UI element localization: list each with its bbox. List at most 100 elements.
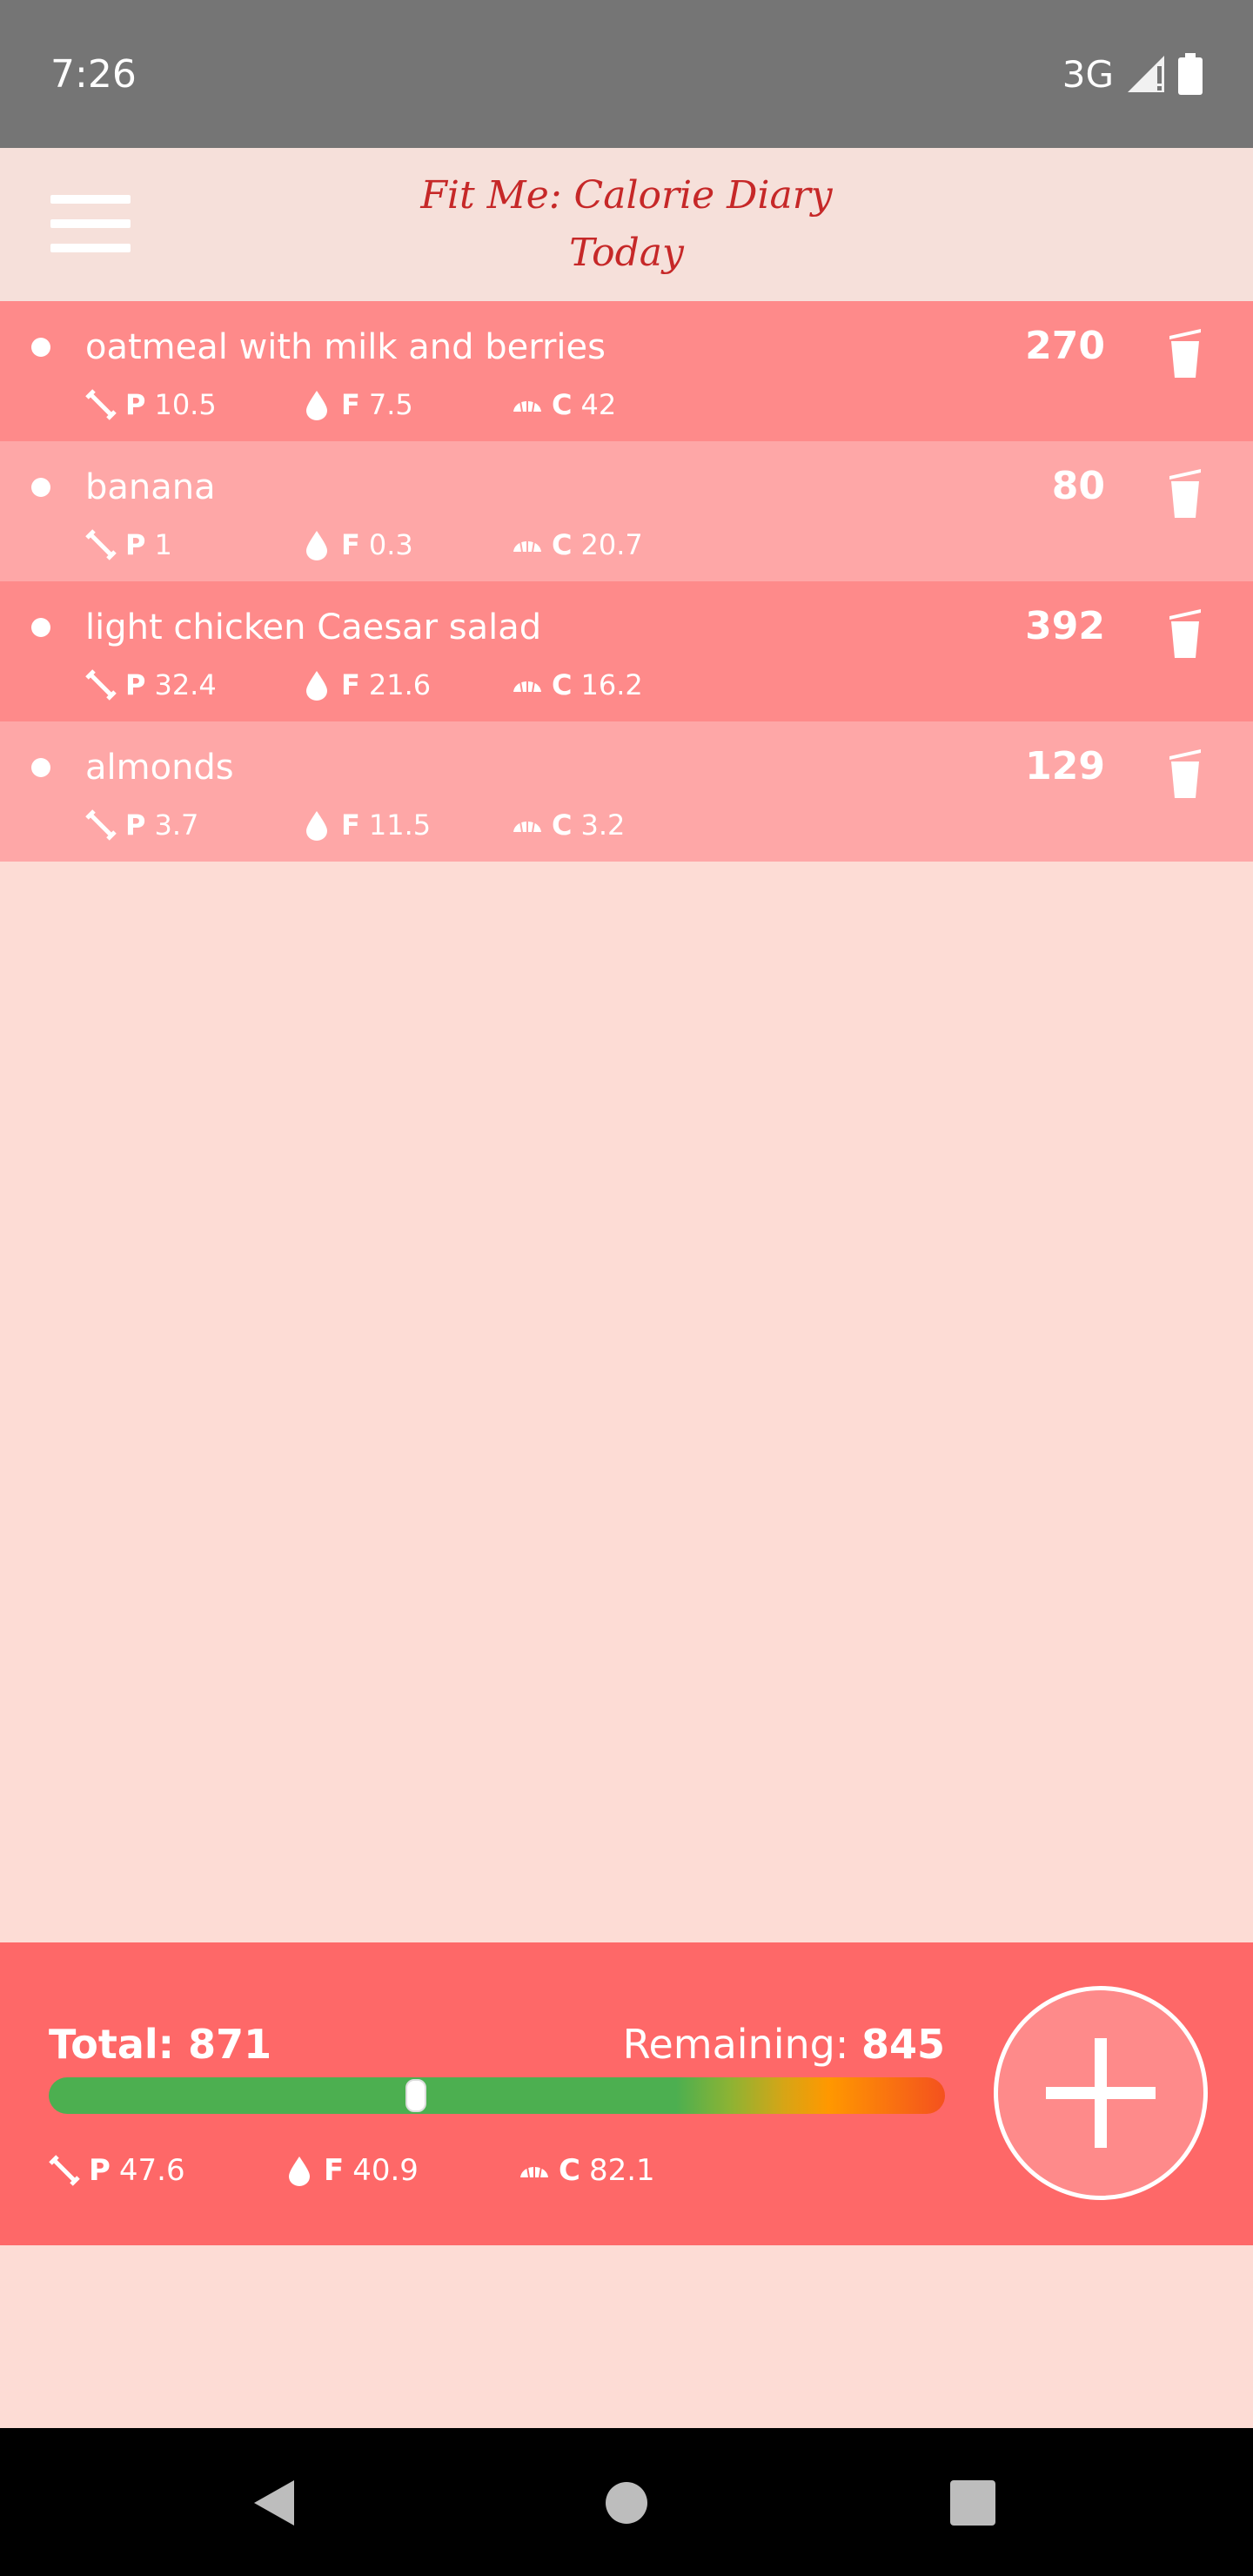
app-title: Fit Me: Calorie Diary Today	[0, 167, 1253, 282]
bread-icon	[513, 680, 541, 693]
total-macros: P 47.6 F 40.9 C 82.1	[49, 2153, 655, 2188]
food-name: almonds	[85, 748, 234, 788]
food-calories: 80	[1051, 464, 1105, 508]
status-bar: 7:26 3G	[0, 0, 1253, 148]
protein-value: 10.5	[154, 388, 217, 421]
fat-value: 40.9	[352, 2153, 419, 2188]
bullet-icon	[31, 478, 50, 497]
protein-macro: P 32.4	[85, 668, 301, 701]
total-value: 871	[188, 2021, 272, 2068]
fat-value: 21.6	[368, 668, 432, 701]
carbs-macro: C 16.2	[512, 668, 643, 701]
total-calories: Total: 871	[49, 2021, 271, 2068]
food-calories: 270	[1025, 324, 1105, 368]
food-entry-row[interactable]: banana 80 P 1 F 0.3 C 20.7	[0, 441, 1253, 581]
trash-icon[interactable]	[1168, 324, 1203, 379]
food-entry-list: oatmeal with milk and berries 270 P 10.5…	[0, 301, 1253, 862]
daily-summary-panel: Total: 871 Remaining: 845 P 47.6 F 40.9 …	[0, 1942, 1253, 2245]
signal-icon	[1128, 56, 1164, 92]
protein-letter: P	[125, 668, 146, 701]
progress-indicator	[405, 2079, 426, 2112]
food-name: banana	[85, 467, 216, 507]
status-time: 7:26	[50, 51, 137, 97]
food-calories: 392	[1025, 604, 1105, 648]
food-macros: P 3.7 F 11.5 C 3.2	[85, 808, 625, 842]
dumbbell-icon	[85, 809, 117, 841]
fat-letter: F	[324, 2153, 345, 2188]
protein-macro: P 47.6	[49, 2153, 284, 2188]
food-macros: P 10.5 F 7.5 C 42	[85, 388, 616, 421]
protein-letter: P	[89, 2153, 111, 2188]
food-entry-row[interactable]: almonds 129 P 3.7 F 11.5 C 3.2	[0, 721, 1253, 862]
bullet-icon	[31, 618, 50, 637]
food-entry-row[interactable]: oatmeal with milk and berries 270 P 10.5…	[0, 301, 1253, 441]
carbs-letter: C	[552, 808, 573, 842]
protein-macro: P 1	[85, 528, 301, 561]
app-bar: Fit Me: Calorie Diary Today	[0, 148, 1253, 301]
network-type: 3G	[1062, 52, 1114, 96]
drop-icon	[306, 811, 327, 841]
remaining-label: Remaining:	[622, 2021, 849, 2068]
app-subtitle-text: Today	[569, 231, 684, 275]
carbs-letter: C	[552, 388, 573, 421]
protein-letter: P	[125, 528, 146, 561]
fat-letter: F	[341, 528, 360, 561]
trash-icon[interactable]	[1168, 604, 1203, 660]
back-icon[interactable]	[252, 2479, 296, 2527]
carbs-macro: C 20.7	[512, 528, 643, 561]
drop-icon	[306, 531, 327, 560]
bread-icon	[520, 2165, 548, 2178]
recents-icon[interactable]	[950, 2480, 995, 2526]
carbs-value: 16.2	[580, 668, 643, 701]
home-icon[interactable]	[604, 2480, 649, 2526]
status-icons: 3G	[1062, 53, 1203, 96]
carbs-macro: C 42	[512, 388, 616, 421]
fat-macro: F 11.5	[301, 808, 512, 842]
bullet-icon	[31, 758, 50, 777]
protein-letter: P	[125, 808, 146, 842]
dumbbell-icon	[85, 529, 117, 560]
carbs-value: 82.1	[588, 2153, 655, 2188]
food-entry-row[interactable]: light chicken Caesar salad 392 P 32.4 F …	[0, 581, 1253, 721]
fat-value: 11.5	[368, 808, 432, 842]
carbs-value: 3.2	[580, 808, 626, 842]
food-macros: P 1 F 0.3 C 20.7	[85, 528, 643, 561]
trash-icon[interactable]	[1168, 464, 1203, 520]
trash-icon[interactable]	[1168, 744, 1203, 800]
fat-macro: F 7.5	[301, 388, 512, 421]
fat-letter: F	[341, 668, 360, 701]
calorie-progress-bar	[49, 2077, 945, 2114]
app-title-text: Fit Me: Calorie Diary	[420, 173, 833, 218]
protein-macro: P 10.5	[85, 388, 301, 421]
carbs-letter: C	[552, 668, 573, 701]
fat-letter: F	[341, 388, 360, 421]
drop-icon	[306, 391, 327, 420]
remaining-value: 845	[861, 2021, 945, 2068]
drop-icon	[289, 2157, 310, 2186]
protein-letter: P	[125, 388, 146, 421]
fat-value: 7.5	[368, 388, 413, 421]
food-calories: 129	[1025, 744, 1105, 788]
carbs-value: 20.7	[580, 528, 643, 561]
fat-value: 0.3	[368, 528, 413, 561]
carbs-value: 42	[580, 388, 617, 421]
fat-macro: F 0.3	[301, 528, 512, 561]
food-macros: P 32.4 F 21.6 C 16.2	[85, 668, 643, 701]
add-food-button[interactable]	[994, 1986, 1208, 2200]
bread-icon	[513, 820, 541, 833]
protein-value: 32.4	[154, 668, 217, 701]
carbs-macro: C 3.2	[512, 808, 625, 842]
fat-macro: F 40.9	[284, 2153, 519, 2188]
protein-value: 1	[154, 528, 172, 561]
carbs-letter: C	[559, 2153, 580, 2188]
total-label: Total:	[49, 2021, 175, 2068]
dumbbell-icon	[85, 669, 117, 701]
protein-value: 3.7	[154, 808, 199, 842]
protein-value: 47.6	[118, 2153, 185, 2188]
food-name: light chicken Caesar salad	[85, 607, 542, 647]
drop-icon	[306, 671, 327, 701]
remaining-calories: Remaining: 845	[623, 2021, 945, 2068]
bullet-icon	[31, 338, 50, 357]
protein-macro: P 3.7	[85, 808, 301, 842]
fat-macro: F 21.6	[301, 668, 512, 701]
